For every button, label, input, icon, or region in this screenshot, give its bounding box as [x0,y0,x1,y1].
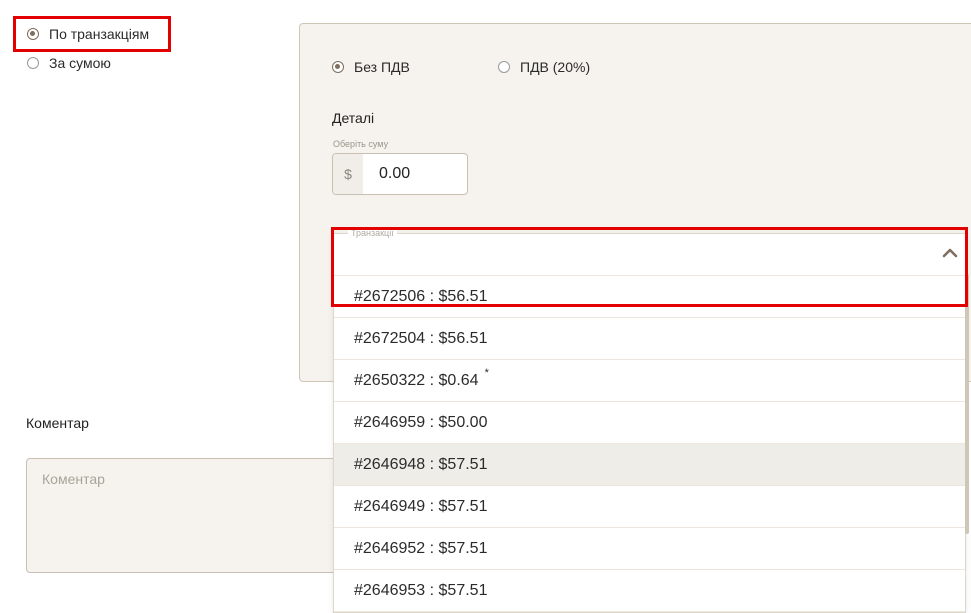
list-item[interactable]: #2646952 : $57.51 [334,528,965,570]
highlight-by-transactions [13,16,171,52]
list-item[interactable]: #2646949 : $57.51 [334,486,965,528]
list-item[interactable]: #2646948 : $57.51 [334,444,965,486]
comment-placeholder: Коментар [42,471,105,487]
dropdown-scrollbar[interactable] [965,274,969,534]
comment-title: Коментар [26,415,89,431]
transaction-label: #2646949 : $57.51 [354,497,488,515]
transaction-label: #2646959 : $50.00 [354,413,488,431]
radio-no-vat-label: Без ПДВ [354,59,410,75]
radio-vat-20-label: ПДВ (20%) [520,59,591,75]
list-item[interactable]: #2646953 : $57.51 [334,570,965,612]
radio-unchecked-icon[interactable] [27,57,39,69]
radio-checked-icon[interactable] [332,61,344,73]
currency-prefix: $ [333,154,363,194]
transaction-label: #2650322 : $0.64 [354,371,479,389]
list-item[interactable]: #2650322 : $0.64 * [334,360,965,402]
transaction-label: #2646953 : $57.51 [354,581,488,599]
amount-input[interactable]: $ 0.00 [332,153,468,195]
transaction-label: #2646952 : $57.51 [354,539,488,557]
list-item[interactable]: #2646959 : $50.00 [334,402,965,444]
list-item[interactable]: #2672504 : $56.51 [334,318,965,360]
radio-unchecked-icon[interactable] [498,61,510,73]
radio-by-amount-label: За сумою [49,55,111,71]
transaction-label: #2672504 : $56.51 [354,329,488,347]
radio-by-amount[interactable]: За сумою [27,55,111,71]
transaction-mark: * [484,366,489,379]
radio-no-vat[interactable]: Без ПДВ [332,59,410,75]
amount-value[interactable]: 0.00 [363,154,410,194]
details-title: Деталі [332,110,375,126]
radio-vat-20[interactable]: ПДВ (20%) [498,59,590,75]
amount-label: Оберіть суму [333,139,389,149]
transaction-label: #2646948 : $57.51 [354,455,488,473]
highlight-transactions-field [331,227,968,307]
comment-textarea[interactable]: Коментар [26,458,356,573]
